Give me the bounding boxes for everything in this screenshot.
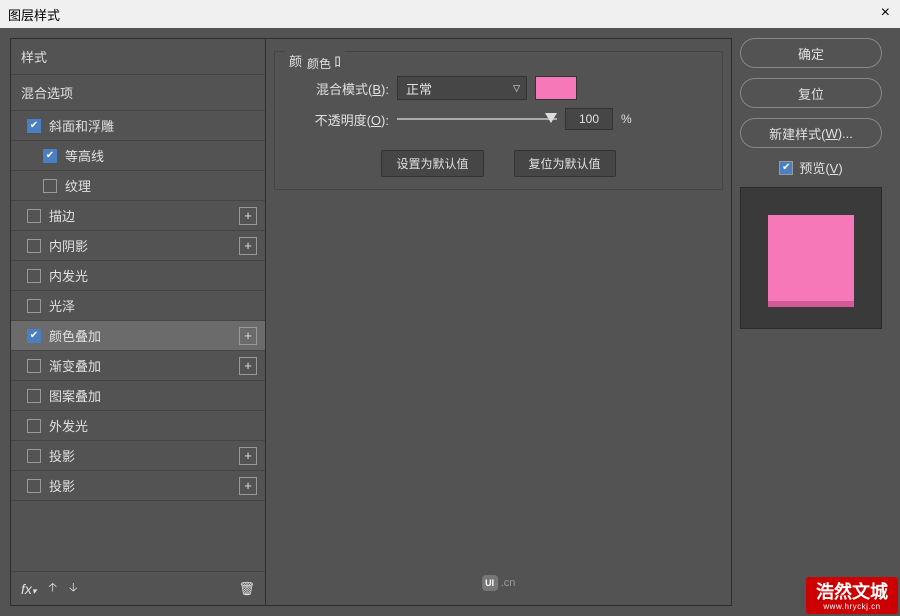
opacity-input[interactable]: [565, 108, 613, 130]
style-row-0[interactable]: ✔ 斜面和浮雕: [11, 111, 265, 141]
style-checkbox[interactable]: ✔: [43, 149, 57, 163]
inner-group-title: 颜色: [303, 55, 335, 72]
blend-mode-label: 混合模式(B):: [289, 79, 389, 98]
style-row-12[interactable]: 投影+: [11, 471, 265, 501]
reset-default-button[interactable]: 复位为默认值: [514, 150, 616, 177]
style-checkbox[interactable]: [27, 449, 41, 463]
style-checkbox[interactable]: [27, 239, 41, 253]
ok-button[interactable]: 确定: [740, 38, 882, 68]
preview-box: [740, 187, 882, 329]
chevron-down-icon: ▽: [513, 83, 520, 94]
titlebar: 图层样式 ×: [0, 0, 900, 28]
watermark: 浩然文城 www.hryckj.cn: [806, 577, 898, 614]
plus-icon[interactable]: +: [239, 237, 257, 255]
plus-icon[interactable]: +: [239, 357, 257, 375]
trash-icon[interactable]: 🗑: [238, 581, 255, 597]
style-label: 内阴影: [49, 236, 239, 255]
opacity-slider[interactable]: [397, 109, 557, 129]
style-label: 光泽: [49, 296, 257, 315]
move-down-icon[interactable]: 🡣: [69, 578, 78, 599]
style-row-2[interactable]: 纹理: [11, 171, 265, 201]
fx-icon[interactable]: fx▾: [21, 581, 36, 597]
style-label: 颜色叠加: [49, 326, 239, 345]
close-icon[interactable]: ×: [881, 4, 890, 22]
style-label: 描边: [49, 206, 239, 225]
style-label: 图案叠加: [49, 386, 257, 405]
plus-icon[interactable]: +: [239, 447, 257, 465]
style-label: 投影: [49, 476, 239, 495]
styles-header[interactable]: 样式: [11, 39, 265, 75]
styles-footer: fx▾ 🡡 🡣 🗑: [11, 571, 265, 605]
slider-thumb-icon[interactable]: [545, 113, 557, 123]
blending-options-header[interactable]: 混合选项: [11, 75, 265, 111]
style-label: 纹理: [65, 176, 257, 195]
ui-logo: UI.cn: [482, 575, 516, 591]
plus-icon[interactable]: +: [239, 477, 257, 495]
style-checkbox[interactable]: [27, 419, 41, 433]
plus-icon[interactable]: +: [239, 207, 257, 225]
style-checkbox[interactable]: [27, 359, 41, 373]
style-row-7[interactable]: ✔ 颜色叠加+: [11, 321, 265, 351]
style-list: ✔斜面和浮雕✔等高线纹理描边+内阴影+内发光光泽✔颜色叠加+渐变叠加+图案叠加外…: [11, 111, 265, 571]
cancel-button[interactable]: 复位: [740, 78, 882, 108]
style-checkbox[interactable]: [27, 299, 41, 313]
set-default-button[interactable]: 设置为默认值: [381, 150, 483, 177]
preview-label: 预览(V): [799, 158, 842, 177]
style-row-10[interactable]: 外发光: [11, 411, 265, 441]
styles-panel: 样式 混合选项 ✔斜面和浮雕✔等高线纹理描边+内阴影+内发光光泽✔颜色叠加+渐变…: [10, 38, 266, 606]
preview-checkbox[interactable]: ✔: [779, 161, 793, 175]
style-label: 外发光: [49, 416, 257, 435]
style-row-9[interactable]: 图案叠加: [11, 381, 265, 411]
style-row-11[interactable]: 投影+: [11, 441, 265, 471]
style-checkbox[interactable]: [43, 179, 57, 193]
style-checkbox[interactable]: [27, 269, 41, 283]
style-label: 斜面和浮雕: [49, 116, 257, 135]
dialog-body: 样式 混合选项 ✔斜面和浮雕✔等高线纹理描边+内阴影+内发光光泽✔颜色叠加+渐变…: [0, 28, 900, 616]
style-row-8[interactable]: 渐变叠加+: [11, 351, 265, 381]
style-checkbox[interactable]: ✔: [27, 119, 41, 133]
settings-panel: 颜色叠加 颜色 混合模式(B): 正常 ▽ 不透明度(O):: [266, 38, 732, 606]
style-checkbox[interactable]: ✔: [27, 329, 41, 343]
style-row-3[interactable]: 描边+: [11, 201, 265, 231]
style-label: 渐变叠加: [49, 356, 239, 375]
style-row-4[interactable]: 内阴影+: [11, 231, 265, 261]
style-row-6[interactable]: 光泽: [11, 291, 265, 321]
action-panel: 确定 复位 新建样式(W)... ✔ 预览(V): [732, 38, 890, 606]
style-checkbox[interactable]: [27, 209, 41, 223]
style-label: 投影: [49, 446, 239, 465]
style-checkbox[interactable]: [27, 479, 41, 493]
preview-toggle[interactable]: ✔ 预览(V): [779, 158, 842, 177]
style-row-1[interactable]: ✔ 等高线: [11, 141, 265, 171]
preview-swatch: [768, 215, 854, 301]
new-style-button[interactable]: 新建样式(W)...: [740, 118, 882, 148]
opacity-unit: %: [621, 112, 632, 126]
blend-mode-select[interactable]: 正常 ▽: [397, 76, 527, 100]
style-label: 内发光: [49, 266, 257, 285]
window-title: 图层样式: [8, 5, 60, 24]
plus-icon[interactable]: +: [239, 327, 257, 345]
move-up-icon[interactable]: 🡡: [48, 578, 57, 599]
opacity-label: 不透明度(O):: [289, 110, 389, 129]
overlay-color-swatch[interactable]: [535, 76, 577, 100]
style-label: 等高线: [65, 146, 257, 165]
style-row-5[interactable]: 内发光: [11, 261, 265, 291]
style-checkbox[interactable]: [27, 389, 41, 403]
